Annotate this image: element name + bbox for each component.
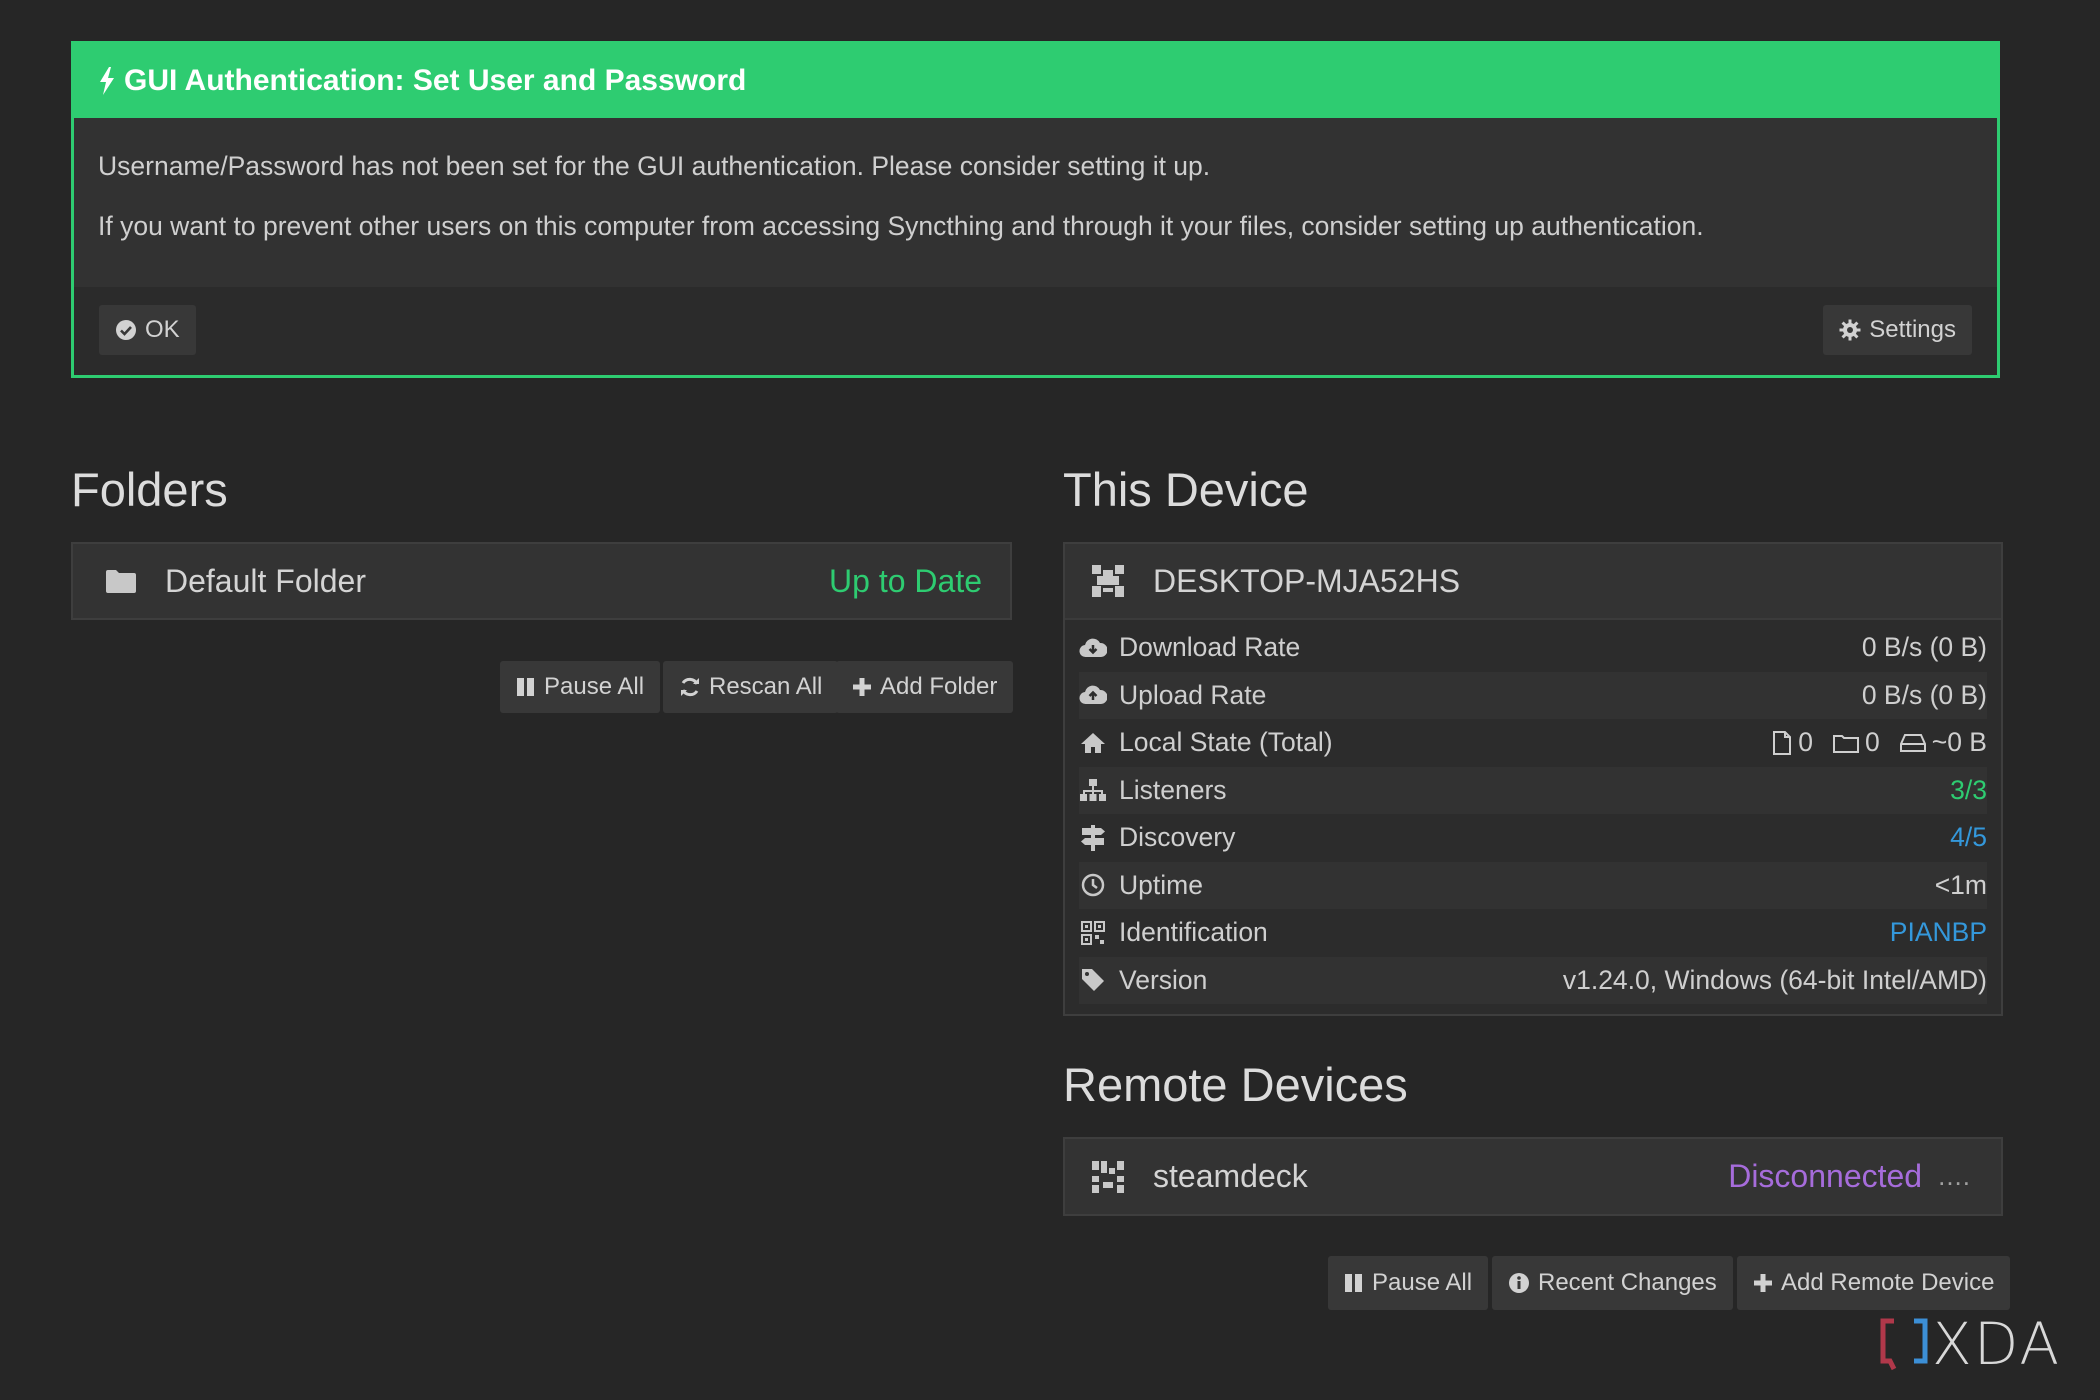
pause-all-label: Pause All <box>1372 1269 1473 1296</box>
stat-label: Uptime <box>1119 869 1203 900</box>
stat-row-listeners: Listeners 3/3 <box>1079 766 1987 814</box>
local-state-value: 0 0 ~0 B <box>1772 727 1987 758</box>
settings-button-label: Settings <box>1869 316 1956 343</box>
rescan-all-button[interactable]: Rescan All <box>663 661 839 713</box>
stat-value: v1.24.0, Windows (64-bit Intel/AMD) <box>1562 964 1987 995</box>
recent-changes-label: Recent Changes <box>1538 1269 1717 1296</box>
folders-title: Folders <box>71 463 228 516</box>
add-folder-label: Add Folder <box>880 673 998 700</box>
stat-row-discovery: Discovery 4/5 <box>1079 814 1987 862</box>
remote-device-status: Disconnected <box>1728 1158 1923 1194</box>
rescan-all-label: Rescan All <box>709 673 823 700</box>
xda-logo: XDA <box>1880 1310 2061 1378</box>
stat-row-uptime: Uptime <1m <box>1079 861 1987 909</box>
cloud-upload-icon <box>1079 681 1107 709</box>
stat-label: Version <box>1119 964 1208 995</box>
pause-all-devices-button[interactable]: Pause All <box>1328 1256 1489 1310</box>
alert-footer: OK Settings <box>74 287 1997 375</box>
alert-header: GUI Authentication: Set User and Passwor… <box>74 44 1997 118</box>
hdd-icon <box>1899 733 1926 752</box>
pause-icon <box>516 677 536 697</box>
alert-body: Username/Password has not been set for t… <box>74 118 1997 270</box>
stat-value: 0 B/s (0 B) <box>1861 679 1987 710</box>
local-dirs-count: 0 <box>1864 727 1880 758</box>
this-device-title: This Device <box>1063 463 1309 516</box>
stat-value: <1m <box>1934 869 1987 900</box>
pause-all-folders-button[interactable]: Pause All <box>500 661 661 713</box>
stat-label: Upload Rate <box>1119 679 1267 710</box>
folder-outline-icon <box>1832 733 1859 753</box>
pause-icon <box>1344 1273 1364 1293</box>
stat-row-download-rate: Download Rate 0 B/s (0 B) <box>1079 624 1987 672</box>
device-name: DESKTOP-MJA52HS <box>1153 562 1461 599</box>
stat-row-local-state: Local State (Total) 0 0 ~0 B <box>1079 719 1987 767</box>
xda-logo-text: XDA <box>1932 1310 2062 1378</box>
folder-name: Default Folder <box>165 562 366 599</box>
device-identicon-icon <box>1091 564 1125 598</box>
folder-icon <box>105 568 137 594</box>
cloud-download-icon <box>1079 634 1107 662</box>
folder-item[interactable]: Default Folder Up to Date <box>71 542 1012 620</box>
discovery-link[interactable]: 4/5 <box>1950 822 1987 853</box>
stat-row-version: Version v1.24.0, Windows (64-bit Intel/A… <box>1079 956 1987 1004</box>
stat-row-identification: Identification PIANBP <box>1079 909 1987 957</box>
plus-icon <box>852 677 872 697</box>
recent-changes-button[interactable]: Recent Changes <box>1492 1256 1733 1310</box>
listeners-link[interactable]: 3/3 <box>1950 775 1987 806</box>
bolt-icon <box>98 67 116 95</box>
remote-device-item[interactable]: steamdeck Disconnected .... <box>1063 1137 2003 1216</box>
add-remote-device-label: Add Remote Device <box>1781 1269 1995 1296</box>
alert-message: Username/Password has not been set for t… <box>98 151 1211 181</box>
device-identicon-icon <box>1091 1160 1125 1194</box>
remote-devices-title: Remote Devices <box>1063 1058 1408 1111</box>
add-remote-device-button[interactable]: Add Remote Device <box>1737 1256 2011 1310</box>
clock-icon <box>1079 871 1107 899</box>
local-size: ~0 B <box>1931 727 1987 758</box>
sitemap-icon <box>1079 776 1107 804</box>
stat-label: Download Rate <box>1119 632 1301 663</box>
home-icon <box>1079 729 1107 757</box>
device-header[interactable]: DESKTOP-MJA52HS <box>1065 544 2001 620</box>
file-icon <box>1772 730 1792 755</box>
settings-button[interactable]: Settings <box>1823 305 1972 355</box>
stat-label: Listeners <box>1119 774 1227 805</box>
plus-icon <box>1753 1273 1773 1293</box>
xda-bracket-icon <box>1880 1315 1928 1373</box>
ok-button[interactable]: OK <box>99 305 196 355</box>
identification-link[interactable]: PIANBP <box>1890 917 1987 948</box>
stat-label: Identification <box>1119 917 1268 948</box>
remote-device-extra: .... <box>1938 1161 1971 1191</box>
stat-label: Local State (Total) <box>1119 727 1333 758</box>
auth-alert-panel: GUI Authentication: Set User and Passwor… <box>71 41 2000 378</box>
refresh-icon <box>679 676 701 698</box>
pause-all-label: Pause All <box>544 673 645 700</box>
alert-message: If you want to prevent other users on th… <box>98 211 1704 241</box>
folder-status: Up to Date <box>829 562 982 599</box>
tag-icon <box>1079 966 1107 994</box>
gear-icon <box>1839 319 1861 341</box>
stat-value: 0 B/s (0 B) <box>1861 632 1987 663</box>
signpost-icon <box>1079 824 1107 852</box>
check-circle-icon <box>115 319 137 341</box>
remote-device-name: steamdeck <box>1153 1158 1308 1194</box>
stat-label: Discovery <box>1119 822 1236 853</box>
info-circle-icon <box>1508 1272 1530 1294</box>
this-device-panel: DESKTOP-MJA52HS Download Rate 0 B/s (0 B… <box>1063 542 2003 1016</box>
add-folder-button[interactable]: Add Folder <box>836 661 1014 713</box>
alert-title: GUI Authentication: Set User and Passwor… <box>124 64 747 97</box>
local-files-count: 0 <box>1798 727 1813 758</box>
ok-button-label: OK <box>145 316 180 343</box>
qrcode-icon <box>1079 919 1107 947</box>
stat-row-upload-rate: Upload Rate 0 B/s (0 B) <box>1079 671 1987 719</box>
